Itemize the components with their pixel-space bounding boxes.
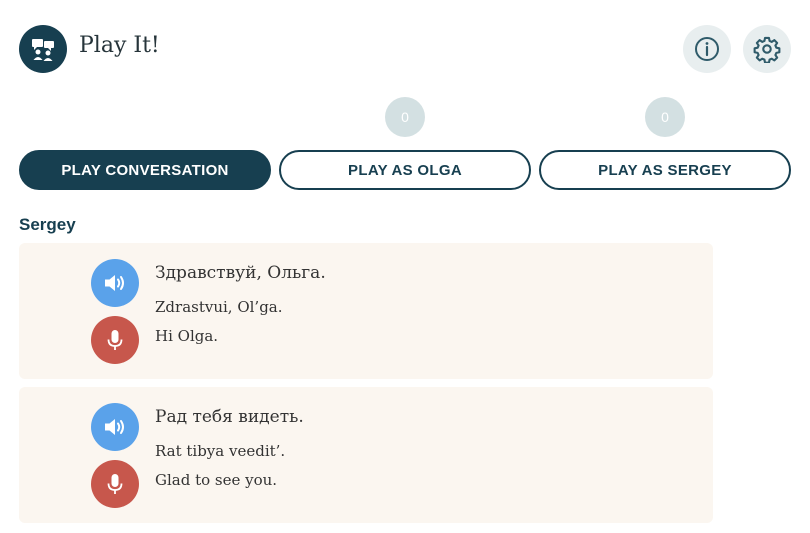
record-button[interactable] (91, 316, 139, 364)
info-icon (695, 37, 719, 61)
speaker-volume-icon (105, 419, 124, 435)
info-button[interactable] (683, 25, 731, 73)
microphone-icon (107, 474, 123, 494)
microphone-icon (107, 330, 123, 350)
english-translation: Hi Olga. (155, 327, 219, 345)
olga-score-badge: 0 (385, 97, 425, 137)
russian-text: Здравствуй, Ольга. (155, 263, 326, 283)
speaker-volume-icon (105, 275, 124, 291)
play-as-olga-button[interactable]: PLAY AS OLGA (279, 150, 531, 190)
app-logo-icon (19, 25, 67, 73)
transliteration-text: Rat tibya veedit’. (155, 442, 286, 460)
play-conversation-button[interactable]: PLAY CONVERSATION (19, 150, 271, 190)
play-as-sergey-button[interactable]: PLAY AS SERGEY (539, 150, 791, 190)
speaker-name: Sergey (19, 215, 76, 234)
play-audio-button[interactable] (91, 259, 139, 307)
record-button[interactable] (91, 460, 139, 508)
gear-icon (753, 36, 781, 63)
dialogue-line-card: Рад тебя видеть. Rat tibya veedit’. Glad… (19, 387, 713, 523)
dialogue-line-card: Здравствуй, Ольга. Zdrastvui, Ol’ga. Hi … (19, 243, 713, 379)
settings-button[interactable] (743, 25, 791, 73)
app-title: Play It! (79, 33, 160, 58)
play-audio-button[interactable] (91, 403, 139, 451)
transliteration-text: Zdrastvui, Ol’ga. (155, 298, 283, 316)
sergey-score-badge: 0 (645, 97, 685, 137)
english-translation: Glad to see you. (155, 471, 278, 489)
russian-text: Рад тебя видеть. (155, 407, 304, 427)
